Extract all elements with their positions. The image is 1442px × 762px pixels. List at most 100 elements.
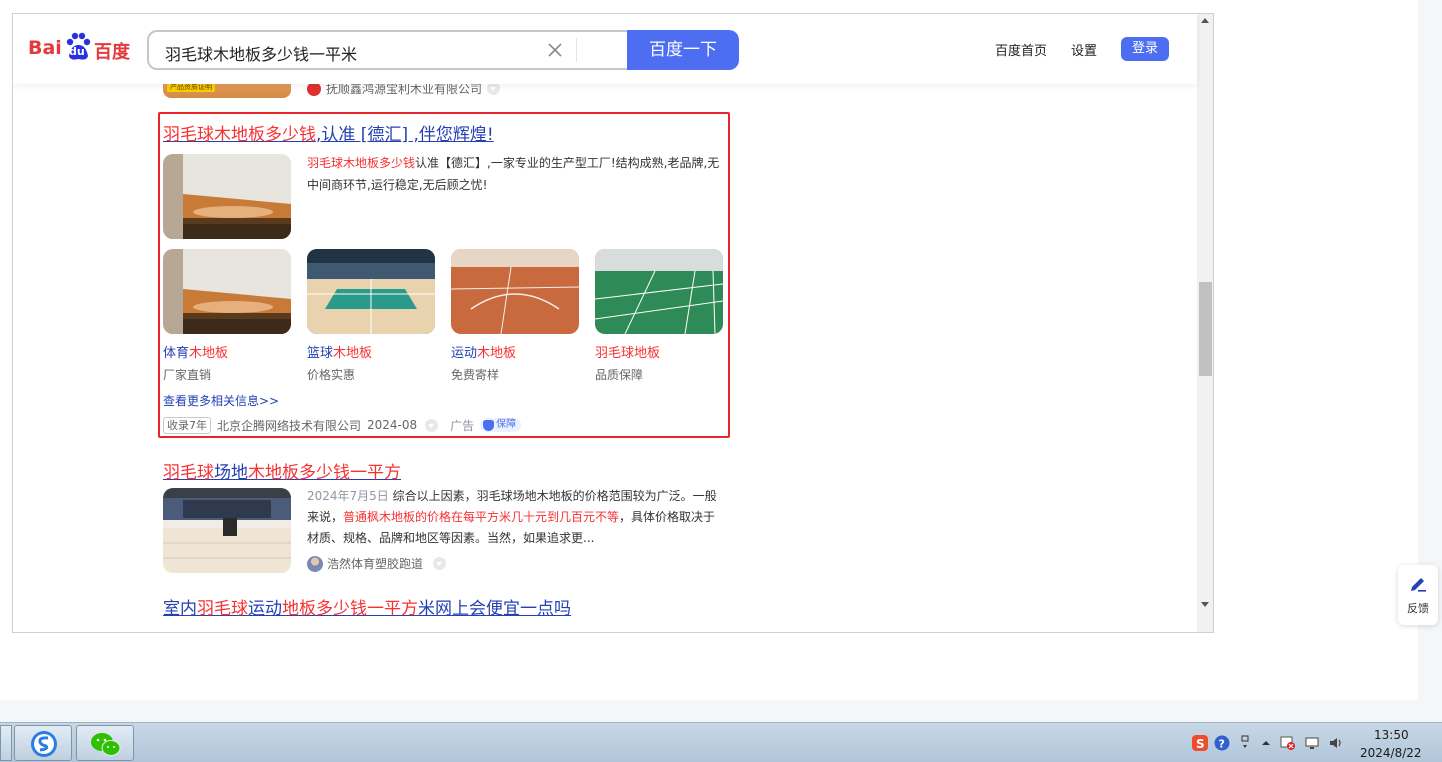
ad-date: 2024-08 — [367, 418, 418, 432]
ad-item-subcaption-4: 品质保障 — [595, 368, 644, 382]
result-2-title[interactable]: 羽毛球场地木地板多少钱一平方 — [163, 458, 401, 483]
avatar — [307, 555, 323, 572]
clock-time[interactable]: 13:50 — [1374, 728, 1409, 742]
guarantee-label: 保障 — [496, 419, 517, 430]
browser-viewport: 产品资质证明 抚顺鑫鸿源宝利木业有限公司 羽毛球木地板多少钱,认准 [德汇] ,… — [12, 13, 1214, 633]
advertiser-name[interactable]: 北京企腾网络技术有限公司 — [217, 417, 361, 434]
chevron-down-icon[interactable] — [433, 557, 447, 570]
chevron-down-icon[interactable] — [425, 418, 439, 432]
search-input[interactable]: 羽毛球木地板多少钱一平米 — [147, 30, 627, 70]
result-2-title-link[interactable]: 羽毛球场地木地板多少钱一平方 — [163, 463, 401, 483]
caption-keyword: 羽毛球地板 — [595, 346, 661, 361]
desc-keyword: 羽毛球木地板多少钱 — [307, 156, 416, 170]
title-text: 室内 — [163, 599, 197, 619]
ad-item-subcaption-2: 价格实惠 — [307, 368, 356, 382]
ad-result-description: 羽毛球木地板多少钱认准【德汇】,一家专业的生产型工厂!结构成熟,老品牌,无中间商… — [307, 152, 727, 196]
badminton-court-image — [595, 249, 723, 334]
scroll-down-arrow-icon[interactable] — [1201, 602, 1209, 607]
ad-item-image-1[interactable] — [163, 249, 291, 334]
taskbar-app-sogou-browser[interactable] — [14, 725, 72, 761]
scroll-up-arrow-icon[interactable] — [1201, 18, 1209, 23]
result-2-thumbnail[interactable] — [163, 488, 291, 573]
caption-keyword: 木地板 — [189, 346, 229, 361]
ad-item-caption-2[interactable]: 篮球木地板 — [307, 342, 372, 361]
basketball-court-image — [307, 249, 435, 334]
login-button[interactable]: 登录 — [1121, 37, 1169, 61]
taskbar-app-wechat[interactable] — [76, 725, 134, 761]
caption-keyword: 木地板 — [333, 346, 373, 361]
svg-text:?: ? — [1219, 738, 1225, 751]
ad-label: 广告 — [450, 418, 475, 433]
help-icon[interactable]: ? — [1214, 735, 1230, 751]
shield-icon — [483, 419, 495, 431]
ad-result-title[interactable]: 羽毛球木地板多少钱,认准 [德汇] ,伴您辉煌! — [163, 120, 494, 145]
taskbar-start-edge[interactable] — [0, 725, 12, 761]
ad-item-image-3[interactable] — [451, 249, 579, 334]
ad-item-caption-3[interactable]: 运动木地板 — [451, 342, 516, 361]
caption-keyword: 木地板 — [477, 346, 517, 361]
caption-prefix: 体育 — [163, 346, 190, 361]
result-2-source[interactable]: 浩然体育塑胶跑道 — [307, 555, 447, 572]
sogou-browser-icon — [31, 731, 57, 757]
badminton-hall-image — [163, 488, 291, 573]
title-rest: ,认准 [德汇] ,伴您辉煌! — [316, 125, 494, 145]
feedback-button[interactable]: 反馈 — [1398, 565, 1438, 625]
scrollbar-thumb[interactable] — [1199, 282, 1212, 376]
title-text: 米网上会便宜一点吗 — [418, 599, 571, 619]
ad-item-caption-4[interactable]: 羽毛球地板 — [595, 342, 660, 361]
nav-settings[interactable]: 设置 — [1071, 40, 1097, 59]
search-button[interactable]: 百度一下 — [627, 30, 739, 70]
input-mode-icon[interactable] — [1238, 735, 1254, 751]
ad-result-footer: 收录7年 北京企腾网络技术有限公司 2024-08 广告 保障 — [163, 416, 522, 434]
logo-text-du: du — [69, 45, 85, 58]
sports-floor-image — [451, 249, 579, 334]
windows-taskbar: S ? 13:50 2024/8/22 — [0, 722, 1442, 762]
title-keyword: 地板多少钱一平方 — [282, 599, 418, 619]
volume-icon[interactable] — [1328, 735, 1344, 751]
baidu-logo[interactable]: Bai du 百度 — [28, 32, 132, 66]
search-header: Bai du 百度 羽毛球木地板多少钱一平米 百度一下 百度首页 设置 登录 — [13, 14, 1197, 84]
result-2-date: 2024年7月5日 — [307, 489, 389, 503]
nav-baidu-home[interactable]: 百度首页 — [995, 40, 1047, 59]
caption-prefix: 篮球 — [307, 346, 334, 361]
ad-item-subcaption-3: 免费寄样 — [451, 368, 500, 382]
result-2-source-name: 浩然体育塑胶跑道 — [327, 557, 424, 571]
logo-text-cn: 百度 — [94, 42, 130, 63]
guarantee-badge[interactable]: 保障 — [480, 418, 522, 432]
ad-item-subcaption-1: 厂家直销 — [163, 368, 212, 382]
ad-main-image[interactable] — [163, 154, 291, 239]
title-keyword: 羽毛球 — [197, 599, 248, 619]
ad-result-title-link[interactable]: 羽毛球木地板多少钱,认准 [德汇] ,伴您辉煌! — [163, 125, 494, 145]
clock-date[interactable]: 2024/8/22 — [1360, 746, 1422, 760]
feedback-label: 反馈 — [1407, 602, 1429, 615]
monitor-icon[interactable] — [1304, 735, 1320, 751]
ad-item-caption-1[interactable]: 体育木地板 — [163, 342, 228, 361]
result-3-title-link[interactable]: 室内羽毛球运动地板多少钱一平方米网上会便宜一点吗 — [163, 599, 571, 619]
caption-prefix: 运动 — [451, 346, 478, 361]
vertical-scrollbar[interactable] — [1197, 14, 1213, 632]
svg-text:S: S — [1196, 737, 1205, 751]
network-warning-icon[interactable] — [1280, 735, 1296, 751]
result-3-title[interactable]: 室内羽毛球运动地板多少钱一平方米网上会便宜一点吗 — [163, 594, 571, 619]
sogou-input-icon[interactable]: S — [1192, 735, 1208, 751]
title-keyword: 羽毛球 — [163, 463, 214, 483]
wood-floor-image — [163, 154, 291, 239]
screen: 产品资质证明 抚顺鑫鸿源宝利木业有限公司 羽毛球木地板多少钱,认准 [德汇] ,… — [0, 0, 1442, 762]
title-keyword: 木地板多少钱一平方 — [248, 463, 401, 483]
edit-pencil-icon — [1408, 573, 1428, 593]
more-info-link[interactable]: 查看更多相关信息>> — [163, 392, 279, 409]
search-divider — [576, 38, 577, 62]
title-keyword: 羽毛球木地板多少钱 — [163, 125, 316, 145]
search-query-text[interactable]: 羽毛球木地板多少钱一平米 — [165, 41, 357, 65]
close-icon[interactable] — [545, 40, 565, 60]
logo-text-bai: Bai — [28, 37, 62, 59]
desc-keyword: 普通枫木地板的价格在每平方米几十元到几百元不等 — [343, 510, 620, 524]
ad-item-image-2[interactable] — [307, 249, 435, 334]
wood-floor-image — [163, 249, 291, 334]
indexed-years-tag: 收录7年 — [163, 416, 211, 434]
result-2-description: 2024年7月5日 综合以上因素，羽毛球场地木地板的价格范围较为广泛。一般来说，… — [307, 486, 727, 549]
wechat-icon — [91, 733, 121, 756]
ad-item-image-4[interactable] — [595, 249, 723, 334]
chevron-up-icon[interactable] — [1258, 735, 1274, 751]
title-text: 运动 — [248, 599, 282, 619]
